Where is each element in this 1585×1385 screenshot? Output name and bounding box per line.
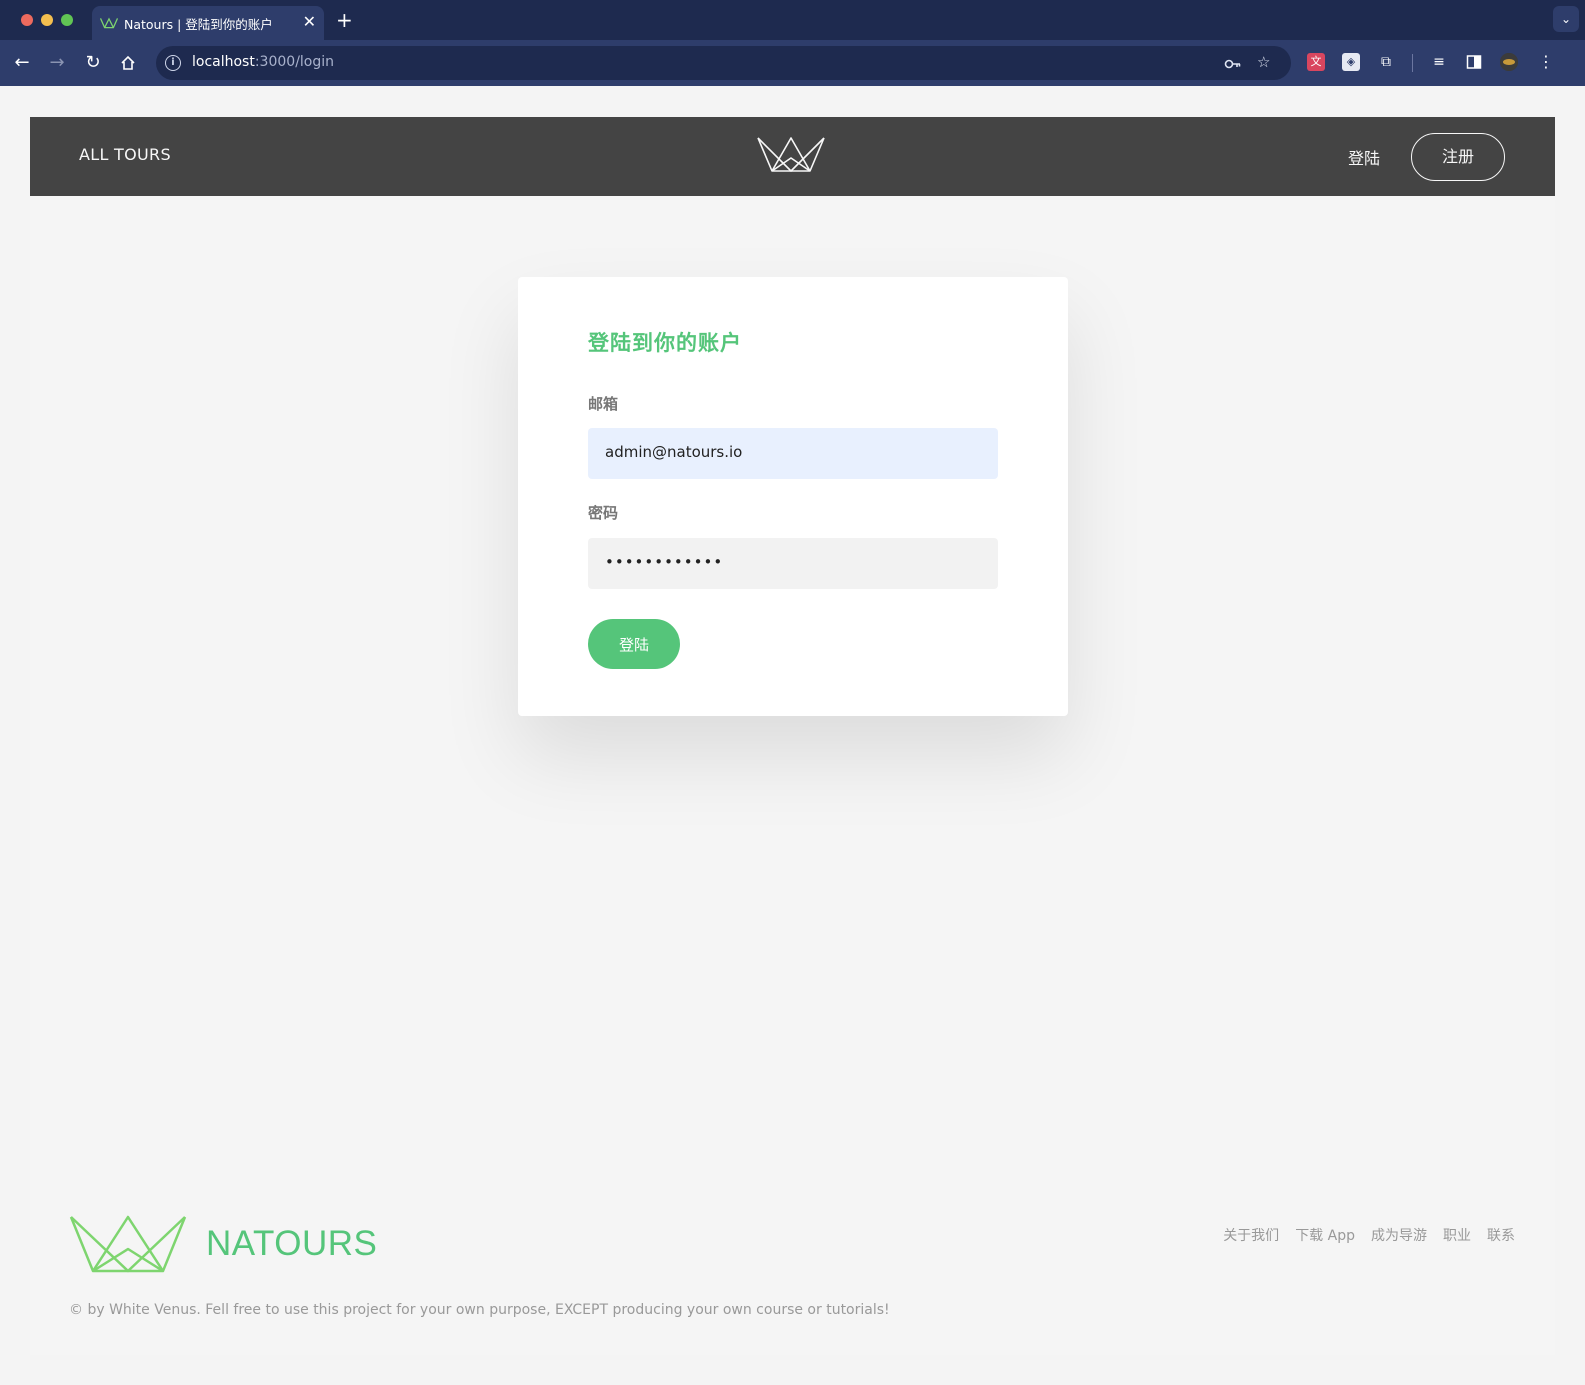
url-text[interactable]: localhost:3000/login xyxy=(192,54,334,70)
back-arrow-icon[interactable]: ← xyxy=(10,51,34,75)
reload-icon[interactable]: ↻ xyxy=(81,51,105,75)
browser-tab-bar: Natours | 登陆到你的账户 ✕ + ⌄ xyxy=(0,0,1585,40)
side-panel-icon[interactable] xyxy=(1465,53,1483,71)
bookmark-star-icon[interactable]: ☆ xyxy=(1257,53,1270,71)
footer-link-contact[interactable]: 联系 xyxy=(1487,1225,1515,1245)
address-bar[interactable]: i localhost:3000/login ☆ xyxy=(156,46,1291,80)
footer-link-careers[interactable]: 职业 xyxy=(1443,1225,1471,1245)
email-input[interactable] xyxy=(588,428,998,479)
footer-link-about[interactable]: 关于我们 xyxy=(1223,1225,1279,1245)
password-label: 密码 xyxy=(588,504,619,522)
translate-extension-icon[interactable]: 文 xyxy=(1307,53,1325,71)
natours-favicon-icon xyxy=(100,17,118,29)
natours-footer-logo-icon xyxy=(69,1215,187,1273)
footer-nav: 关于我们 下载 App 成为导游 职业 联系 xyxy=(1223,1225,1515,1245)
browser-toolbar: ← → ↻ i localhost:3000/login ☆ 文 ◈ ⧉ ≡ ⋮ xyxy=(0,40,1585,86)
window-close-button[interactable] xyxy=(21,14,33,26)
password-key-icon[interactable] xyxy=(1224,53,1242,77)
footer-copyright: © by White Venus. Fell free to use this … xyxy=(69,1302,890,1318)
login-form-card: 登陆到你的账户 邮箱 密码 登陆 xyxy=(518,277,1068,716)
forward-arrow-icon[interactable]: → xyxy=(45,51,69,75)
page-body: ALL TOURS 登陆 注册 登陆到你的账户 邮箱 密码 登陆 xyxy=(30,117,1555,1355)
header-signup-button[interactable]: 注册 xyxy=(1411,133,1505,181)
site-info-icon[interactable]: i xyxy=(165,55,181,71)
email-label: 邮箱 xyxy=(588,395,619,413)
login-form-title: 登陆到你的账户 xyxy=(588,331,742,355)
footer-link-become-guide[interactable]: 成为导游 xyxy=(1371,1225,1427,1245)
browser-menu-kebab-icon[interactable]: ⋮ xyxy=(1537,53,1555,71)
tab-close-icon[interactable]: ✕ xyxy=(303,12,316,31)
profile-avatar[interactable] xyxy=(1500,53,1518,71)
tab-search-chevron-icon[interactable]: ⌄ xyxy=(1553,6,1579,32)
window-zoom-button[interactable] xyxy=(61,14,73,26)
login-submit-button[interactable]: 登陆 xyxy=(588,619,680,669)
toolbar-divider xyxy=(1412,54,1413,72)
tab-title: Natours | 登陆到你的账户 xyxy=(124,17,273,32)
all-tours-link[interactable]: ALL TOURS xyxy=(79,145,171,164)
natours-logo-icon[interactable] xyxy=(756,134,826,174)
site-footer: NATOURS 关于我们 下载 App 成为导游 职业 联系 © by Whit… xyxy=(30,1187,1555,1355)
footer-link-download-app[interactable]: 下载 App xyxy=(1295,1225,1355,1245)
window-minimize-button[interactable] xyxy=(41,14,53,26)
home-icon[interactable] xyxy=(116,51,140,75)
site-header: ALL TOURS 登陆 注册 xyxy=(30,117,1555,196)
password-input[interactable] xyxy=(588,538,998,589)
reading-list-icon[interactable]: ≡ xyxy=(1430,53,1448,71)
footer-brand-name: NATOURS xyxy=(206,1224,378,1263)
new-tab-button[interactable]: + xyxy=(336,8,353,32)
extensions-puzzle-icon[interactable]: ⧉ xyxy=(1377,53,1395,71)
shield-extension-icon[interactable]: ◈ xyxy=(1342,53,1360,71)
browser-tab-active[interactable]: Natours | 登陆到你的账户 ✕ xyxy=(92,6,324,40)
header-login-link[interactable]: 登陆 xyxy=(1348,145,1380,169)
